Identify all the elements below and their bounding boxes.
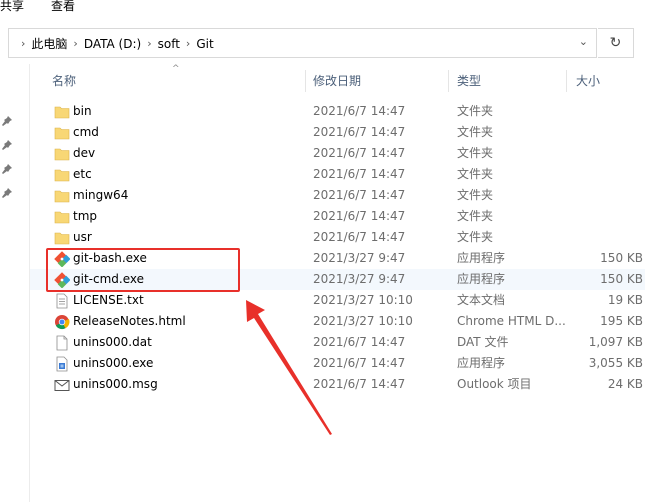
annotation-arrow <box>246 300 332 435</box>
